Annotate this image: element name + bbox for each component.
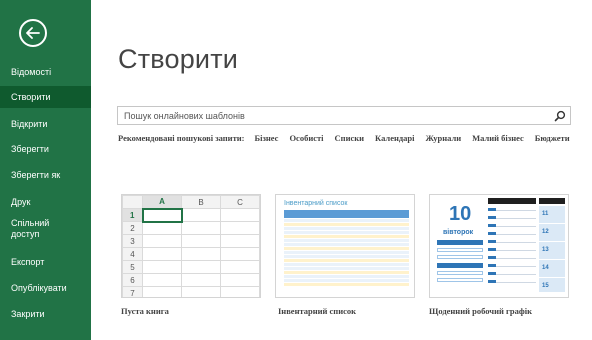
schedule-preview-timeline bbox=[488, 198, 536, 293]
back-button[interactable] bbox=[19, 19, 47, 47]
template-daily-schedule[interactable]: 10 вівторок 11 12 13 14 15 bbox=[429, 194, 569, 298]
sidebar-item-share[interactable]: Спільний доступ bbox=[0, 216, 70, 242]
row-header: 2 bbox=[122, 221, 143, 235]
suggestion-business[interactable]: Бізнес bbox=[254, 133, 278, 143]
search-box[interactable] bbox=[117, 106, 571, 125]
suggested-searches: Рекомендовані пошукові запити: Бізнес Ос… bbox=[118, 131, 581, 145]
blank-workbook-preview: A B C 1 2 3 4 5 6 7 bbox=[122, 195, 260, 297]
suggestion-calendars[interactable]: Календарі bbox=[375, 133, 414, 143]
suggestion-budgets[interactable]: Бюджети bbox=[535, 133, 570, 143]
corner-cell bbox=[122, 195, 143, 209]
sidebar-item-save[interactable]: Зберегти bbox=[0, 138, 91, 160]
sidebar-item-new[interactable]: Створити bbox=[0, 86, 91, 108]
column-header: B bbox=[181, 195, 221, 209]
suggestion-lists[interactable]: Списки bbox=[335, 133, 365, 143]
suggestion-small-business[interactable]: Малий бізнес bbox=[472, 133, 524, 143]
template-caption-daily-schedule[interactable]: Щоденний робочий графік bbox=[429, 306, 532, 316]
row-header: 4 bbox=[122, 247, 143, 261]
column-header: A bbox=[142, 195, 182, 210]
sidebar-item-open[interactable]: Відкрити bbox=[0, 113, 91, 135]
inventory-preview-rows bbox=[284, 219, 409, 287]
selected-cell bbox=[141, 207, 183, 223]
sidebar-item-save-as[interactable]: Зберегти як bbox=[0, 164, 91, 186]
sidebar-item-publish[interactable]: Опублікувати bbox=[0, 277, 91, 299]
suggestion-personal[interactable]: Особисті bbox=[289, 133, 323, 143]
schedule-day-name: вівторок bbox=[443, 229, 474, 236]
row-header: 7 bbox=[122, 286, 143, 297]
schedule-preview-calendar: 11 12 13 14 15 bbox=[539, 198, 565, 293]
suggestion-logs[interactable]: Журнали bbox=[426, 133, 462, 143]
template-inventory-list[interactable]: Інвентарний список bbox=[275, 194, 415, 298]
sidebar-item-close[interactable]: Закрити bbox=[0, 303, 91, 325]
sidebar-item-export[interactable]: Експорт bbox=[0, 251, 91, 273]
search-input[interactable] bbox=[124, 107, 544, 124]
template-blank-workbook[interactable]: A B C 1 2 3 4 5 6 7 bbox=[121, 194, 261, 298]
sidebar-item-info[interactable]: Відомості bbox=[0, 61, 91, 83]
page-title: Створити bbox=[118, 44, 239, 74]
template-caption-inventory[interactable]: Інвентарний список bbox=[278, 306, 356, 316]
main-panel: Створити Рекомендовані пошукові запити: … bbox=[91, 0, 592, 340]
search-icon[interactable] bbox=[554, 110, 566, 122]
inventory-preview-header bbox=[284, 210, 409, 218]
schedule-day-number: 10 bbox=[449, 203, 472, 225]
row-header: 1 bbox=[122, 208, 144, 222]
column-header: C bbox=[220, 195, 260, 209]
template-caption-blank[interactable]: Пуста книга bbox=[121, 306, 169, 316]
inventory-preview-title: Інвентарний список bbox=[284, 200, 348, 207]
row-header: 5 bbox=[122, 260, 143, 274]
row-header: 3 bbox=[122, 234, 143, 248]
schedule-preview-date: 10 вівторок bbox=[435, 203, 487, 293]
sidebar: Відомості Створити Відкрити Зберегти Збе… bbox=[0, 0, 91, 340]
suggested-searches-label: Рекомендовані пошукові запити: bbox=[118, 133, 245, 143]
row-header: 6 bbox=[122, 273, 143, 287]
sidebar-item-print[interactable]: Друк bbox=[0, 191, 91, 213]
back-arrow-icon bbox=[26, 27, 40, 39]
